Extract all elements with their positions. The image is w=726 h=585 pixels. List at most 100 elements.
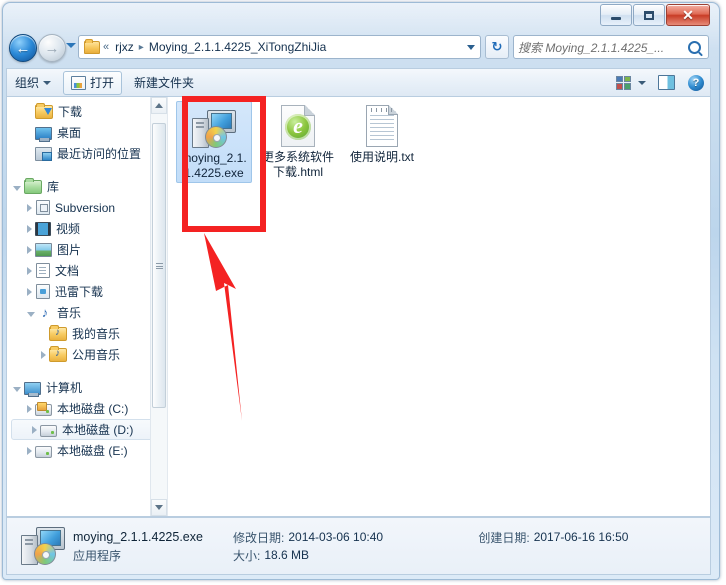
breadcrumb-separator-icon[interactable]: ▸ [137,42,146,53]
refresh-button[interactable]: ↻ [485,35,509,59]
sidebar-item-15[interactable]: 本地磁盘 (E:) [7,440,167,461]
video-library-icon [35,222,51,236]
expander-triangle-icon[interactable] [27,245,32,254]
sidebar-item-label: 视频 [56,222,81,236]
expander-triangle-icon[interactable] [13,185,21,191]
sidebar-item-7[interactable]: 文档 [7,260,167,281]
scroll-down-button[interactable] [151,499,167,516]
sidebar-item-label: 本地磁盘 (C:) [57,402,129,416]
preview-pane-icon[interactable] [658,75,675,90]
expander-triangle-icon[interactable] [32,425,37,434]
organize-label: 组织 [15,76,40,90]
system-drive-icon [35,401,52,416]
back-arrow-icon: ← [15,39,31,57]
expander-triangle-icon[interactable] [27,446,32,455]
sidebar-item-label: 桌面 [57,126,82,140]
drive-icon [40,424,57,437]
sidebar-item-label: 我的音乐 [72,327,121,341]
details-modified-label: 修改日期: [233,530,285,545]
forward-button[interactable]: → [38,34,66,62]
organize-button[interactable]: 组织 [7,72,59,94]
file-list-pane[interactable]: moying_2.1.1.4225.exe e 更多系统软件下载.html 使用… [168,97,710,516]
scrollbar-grip-icon [155,262,163,269]
pictures-library-icon [35,243,52,257]
expander-triangle-icon[interactable] [27,224,32,233]
expander-triangle-icon[interactable] [13,386,21,392]
expander-triangle-icon[interactable] [27,287,32,296]
file-label: 更多系统软件下载.html [262,150,335,179]
sidebar-item-12[interactable]: 计算机 [7,377,167,398]
expander-triangle-icon[interactable] [41,350,46,359]
nav-group-spacer [7,365,167,377]
title-bar[interactable]: ✕ [0,0,716,28]
search-icon [688,40,701,54]
address-bar[interactable]: « rjxz ▸ Moying_2.1.1.4225_XiTongZhiJia [78,35,481,59]
details-size-label: 大小: [233,548,261,563]
sidebar-item-14[interactable]: 本地磁盘 (D:) [11,419,161,440]
sidebar-item-4[interactable]: Subversion [7,197,167,218]
expander-placeholder [27,108,32,116]
file-item-html[interactable]: e 更多系统软件下载.html [260,101,336,181]
sidebar-item-label: 图片 [57,243,82,257]
sidebar-item-2[interactable]: 最近访问的位置 [7,143,167,164]
text-document-icon [344,101,420,147]
computer-icon [24,382,41,397]
navigation-scrollbar[interactable] [150,97,167,516]
file-item-exe[interactable]: moying_2.1.1.4225.exe [176,101,252,183]
navigation-bar: ← → « rjxz ▸ Moying_2.1.1.4225_XiTongZhi… [0,30,716,64]
address-dropdown-icon[interactable] [467,44,475,50]
view-chevron-down-icon[interactable] [638,80,646,85]
sidebar-item-0[interactable]: 下载 [7,101,167,122]
sidebar-item-label: 本地磁盘 (D:) [62,423,134,437]
details-text: moying_2.1.1.4225.exe 修改日期: 2014-03-06 1… [73,528,628,564]
expander-triangle-icon[interactable] [27,404,32,413]
maximize-button[interactable] [633,4,665,26]
sidebar-item-11[interactable]: 公用音乐 [7,344,167,365]
sidebar-item-10[interactable]: 我的音乐 [7,323,167,344]
expander-triangle-icon[interactable] [27,203,32,212]
new-folder-button[interactable]: 新建文件夹 [126,72,202,94]
search-input[interactable]: 搜索 Moying_2.1.1.4225_... [518,39,688,56]
application-exe-icon [177,102,251,148]
view-options-icon[interactable] [616,75,631,90]
sidebar-item-1[interactable]: 桌面 [7,122,167,143]
breadcrumb-item-current[interactable]: Moying_2.1.1.4225_XiTongZhiJia [146,40,329,54]
window-controls: ✕ [599,4,710,26]
new-folder-label: 新建文件夹 [134,76,195,90]
sidebar-item-5[interactable]: 视频 [7,218,167,239]
details-created-value: 2017-06-16 16:50 [533,530,629,544]
explorer-window: ✕ ← → « rjxz ▸ Moying_2.1.1.4225_XiTongZ… [0,0,726,585]
folder-download-icon [35,103,53,119]
subversion-icon [36,200,50,215]
search-box[interactable]: 搜索 Moying_2.1.1.4225_... [513,35,709,59]
sidebar-item-9[interactable]: ♪ 音乐 [7,302,167,323]
file-label: 使用说明.txt [349,150,414,164]
file-item-txt[interactable]: 使用说明.txt [344,101,420,166]
expander-triangle-icon[interactable] [27,311,35,317]
scrollbar-thumb[interactable] [152,123,166,408]
open-button[interactable]: 打开 [63,70,123,95]
breadcrumb-overflow[interactable]: « [100,41,112,53]
sidebar-item-8[interactable]: 迅雷下载 [7,281,167,302]
history-dropdown-icon[interactable] [66,43,76,48]
expander-placeholder [27,129,32,137]
scroll-up-button[interactable] [151,97,167,114]
expander-triangle-icon[interactable] [27,266,32,275]
sidebar-item-label: 本地磁盘 (E:) [57,444,128,458]
desktop-icon [35,127,52,142]
minimize-button[interactable] [600,4,632,26]
sidebar-item-3[interactable]: 库 [7,176,167,197]
folder-music-icon [49,346,67,362]
sidebar-item-13[interactable]: 本地磁盘 (C:) [7,398,167,419]
sidebar-item-6[interactable]: 图片 [7,239,167,260]
expander-placeholder [27,150,32,158]
back-button[interactable]: ← [9,34,37,62]
file-label: moying_2.1.1.4225.exe [181,151,247,180]
maximize-icon [644,10,654,20]
navigation-pane: 下载桌面最近访问的位置库 Subversion 视频图片文档迅雷下载 ♪ 音乐我的音乐公… [7,97,168,516]
sidebar-item-label: 最近访问的位置 [57,147,142,161]
sidebar-item-label: 音乐 [57,306,82,320]
breadcrumb-item-rjxz[interactable]: rjxz [112,40,137,54]
help-icon[interactable]: ? [688,74,704,91]
close-button[interactable]: ✕ [666,4,710,26]
